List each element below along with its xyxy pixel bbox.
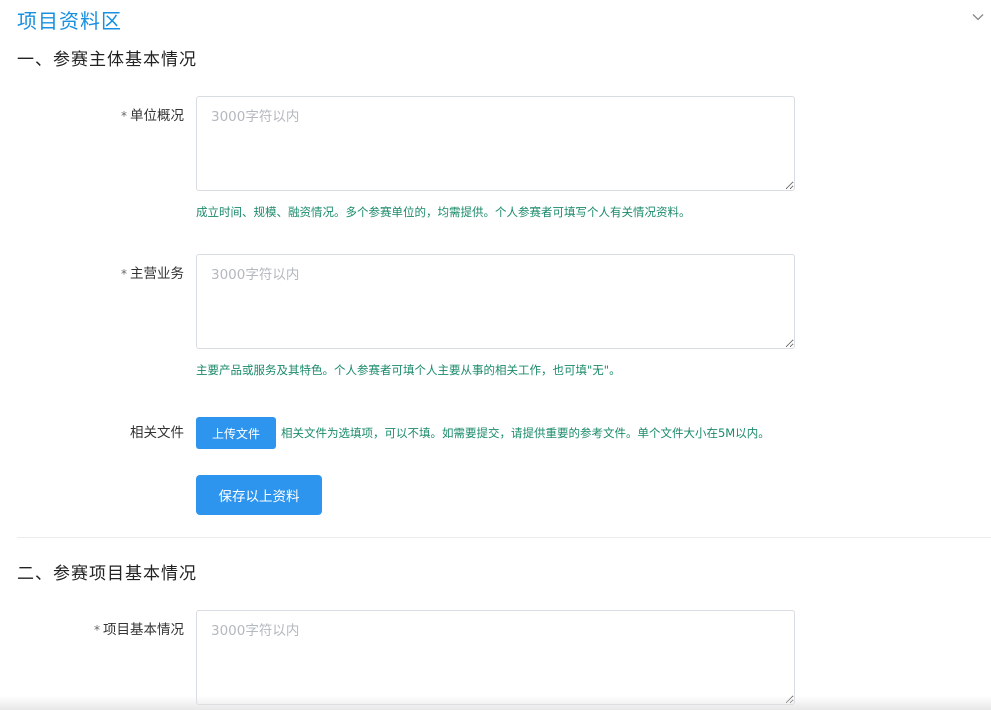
field-label-text: 主营业务	[130, 266, 184, 282]
field-label-project-overview: * 项目基本情况	[44, 620, 184, 640]
required-mark: *	[94, 623, 100, 637]
field-label-company-overview: * 单位概况	[44, 106, 184, 126]
page-title: 项目资料区	[17, 9, 122, 33]
bottom-fade	[0, 696, 991, 710]
main-business-textarea[interactable]	[196, 254, 795, 349]
upload-file-button[interactable]: 上传文件	[196, 417, 276, 449]
project-overview-textarea[interactable]	[196, 610, 795, 705]
company-overview-textarea[interactable]	[196, 96, 795, 191]
save-button[interactable]: 保存以上资料	[196, 475, 322, 515]
section-divider	[17, 537, 991, 538]
upload-hint: 相关文件为选填项，可以不填。如需要提交，请提供重要的参考文件。单个文件大小在5M…	[281, 426, 770, 440]
field-label-related-files: 相关文件	[130, 425, 184, 441]
required-mark: *	[121, 109, 127, 123]
main-business-hint: 主要产品或服务及其特色。个人参赛者可填个人主要从事的相关工作，也可填"无"。	[196, 363, 621, 377]
company-overview-hint: 成立时间、规模、融资情况。多个参赛单位的，均需提供。个人参赛者可填写个人有关情况…	[196, 205, 691, 219]
required-mark: *	[121, 267, 127, 281]
field-label-text: 项目基本情况	[103, 622, 184, 638]
section-title-entity: 一、参赛主体基本情况	[17, 50, 197, 70]
field-label-text: 单位概况	[130, 108, 184, 124]
field-label-main-business: * 主营业务	[44, 264, 184, 284]
chevron-down-icon[interactable]	[969, 8, 987, 26]
section-title-project: 二、参赛项目基本情况	[17, 564, 197, 584]
